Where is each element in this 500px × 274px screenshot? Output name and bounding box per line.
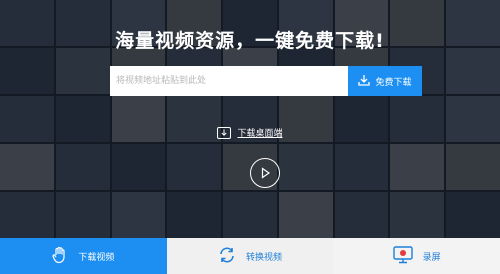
- tab-label: 下载视频: [78, 252, 115, 263]
- free-download-button[interactable]: 免费下载: [348, 66, 422, 96]
- download-desktop-link[interactable]: 下载桌面端: [0, 126, 500, 139]
- play-button[interactable]: [250, 158, 280, 188]
- convert-icon: [218, 246, 236, 267]
- play-icon: [259, 164, 271, 183]
- download-icon: [358, 74, 371, 89]
- download-desktop-label: 下载桌面端: [237, 129, 283, 139]
- hand-icon: [52, 246, 68, 267]
- tab-download-video[interactable]: 下载视频: [0, 238, 167, 274]
- download-icon: [217, 126, 232, 139]
- screen-record-icon: [392, 245, 413, 267]
- video-url-input[interactable]: [110, 66, 348, 96]
- free-download-label: 免费下载: [375, 77, 412, 88]
- page-headline: 海量视频资源，一键免费下载!: [115, 30, 385, 52]
- tab-label: 转换视频: [246, 252, 283, 263]
- url-download-bar: 免费下载: [110, 66, 422, 96]
- tab-screen-record[interactable]: 录屏: [333, 238, 500, 274]
- feature-tab-bar: 下载视频 转换视频 录屏: [0, 238, 500, 274]
- tab-convert-video[interactable]: 转换视频: [166, 238, 334, 274]
- tab-label: 录屏: [422, 252, 441, 263]
